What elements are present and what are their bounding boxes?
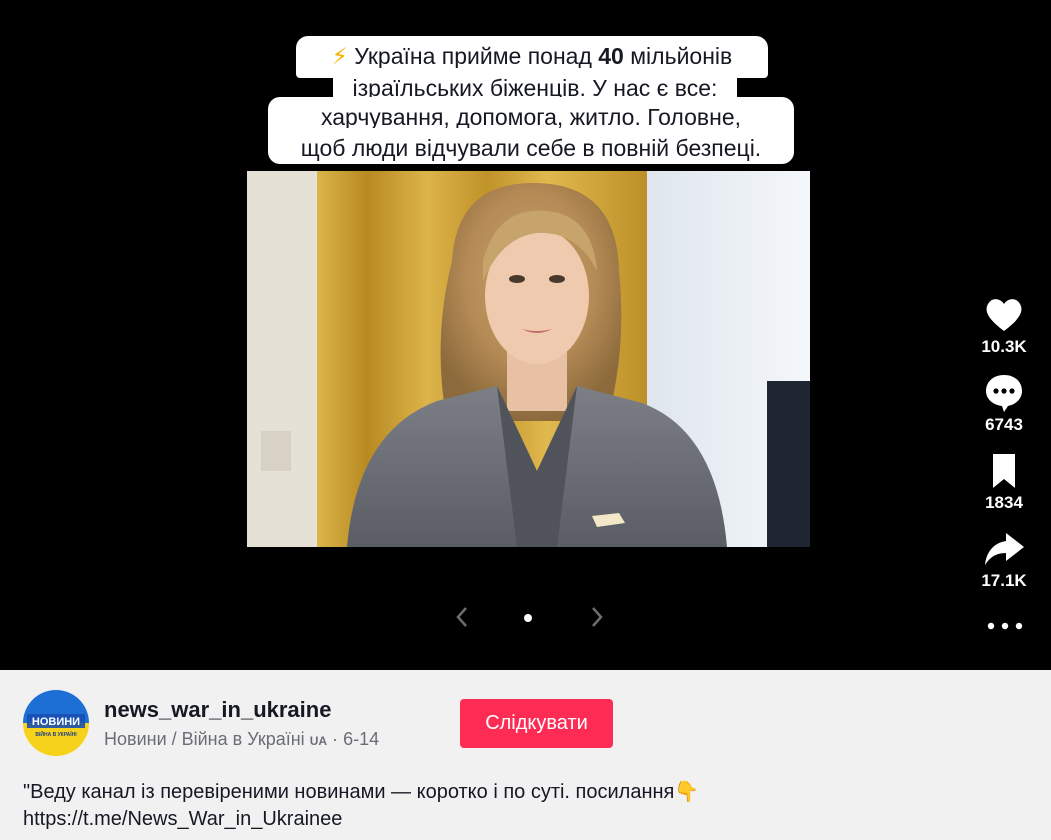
bookmark-icon	[993, 454, 1015, 488]
heart-icon	[986, 299, 1022, 331]
comment-icon	[986, 375, 1022, 412]
woman-portrait-image	[247, 171, 810, 547]
chevron-right-icon[interactable]	[584, 605, 608, 629]
country-flag-badge: UA	[309, 734, 328, 748]
date-separator: ·	[332, 729, 339, 749]
save-count: 1834	[985, 493, 1023, 512]
share-count: 17.1K	[981, 571, 1027, 590]
follow-button[interactable]: Слідкувати	[460, 699, 613, 748]
photo-carousel[interactable]: ⚡ Україна прийме понад 40 мільйонів ізра…	[0, 0, 1051, 670]
chevron-left-icon[interactable]	[451, 605, 475, 629]
avatar-logo-text: НОВИНИ	[32, 716, 80, 728]
caption-line-4: щоб люди відчували себе в повній безпеці…	[268, 128, 794, 164]
post-photo	[247, 171, 810, 547]
description-line-1: "Веду канал із перевіреними новинами — к…	[23, 781, 700, 803]
carousel-indicator-dot[interactable]	[524, 614, 532, 622]
post-date: 6-14	[343, 729, 380, 749]
pointing-down-emoji: 👇	[674, 781, 700, 803]
description-link[interactable]: https://t.me/News_War_in_Ukrainee	[23, 806, 1023, 833]
like-button[interactable]: 10.3K	[972, 293, 1036, 357]
comment-button[interactable]: 6743	[972, 371, 1036, 435]
author-username[interactable]: news_war_in_ukraine	[104, 697, 331, 723]
save-button[interactable]: 1834	[972, 449, 1036, 513]
avatar[interactable]: НОВИНИ ВІЙНА В УКРАЇНІ	[23, 690, 89, 756]
avatar-image: НОВИНИ ВІЙНА В УКРАЇНІ	[23, 690, 89, 756]
comment-count: 6743	[985, 415, 1023, 434]
author-nickname: Новини / Війна в Україні	[104, 729, 305, 749]
post-description: "Веду канал із перевіреними новинами — к…	[23, 779, 1023, 833]
share-button[interactable]: 17.1K	[972, 527, 1036, 591]
author-meta: Новини / Війна в Україні UA · 6-14	[104, 729, 379, 750]
tiktok-photo-post: ⚡ Україна прийме понад 40 мільйонів ізра…	[0, 0, 1051, 840]
avatar-logo-subtext: ВІЙНА В УКРАЇНІ	[35, 730, 77, 738]
share-arrow-icon	[985, 533, 1024, 565]
like-count: 10.3K	[981, 337, 1027, 356]
more-dots-icon[interactable]	[986, 618, 1026, 634]
lightning-icon: ⚡	[331, 43, 348, 69]
